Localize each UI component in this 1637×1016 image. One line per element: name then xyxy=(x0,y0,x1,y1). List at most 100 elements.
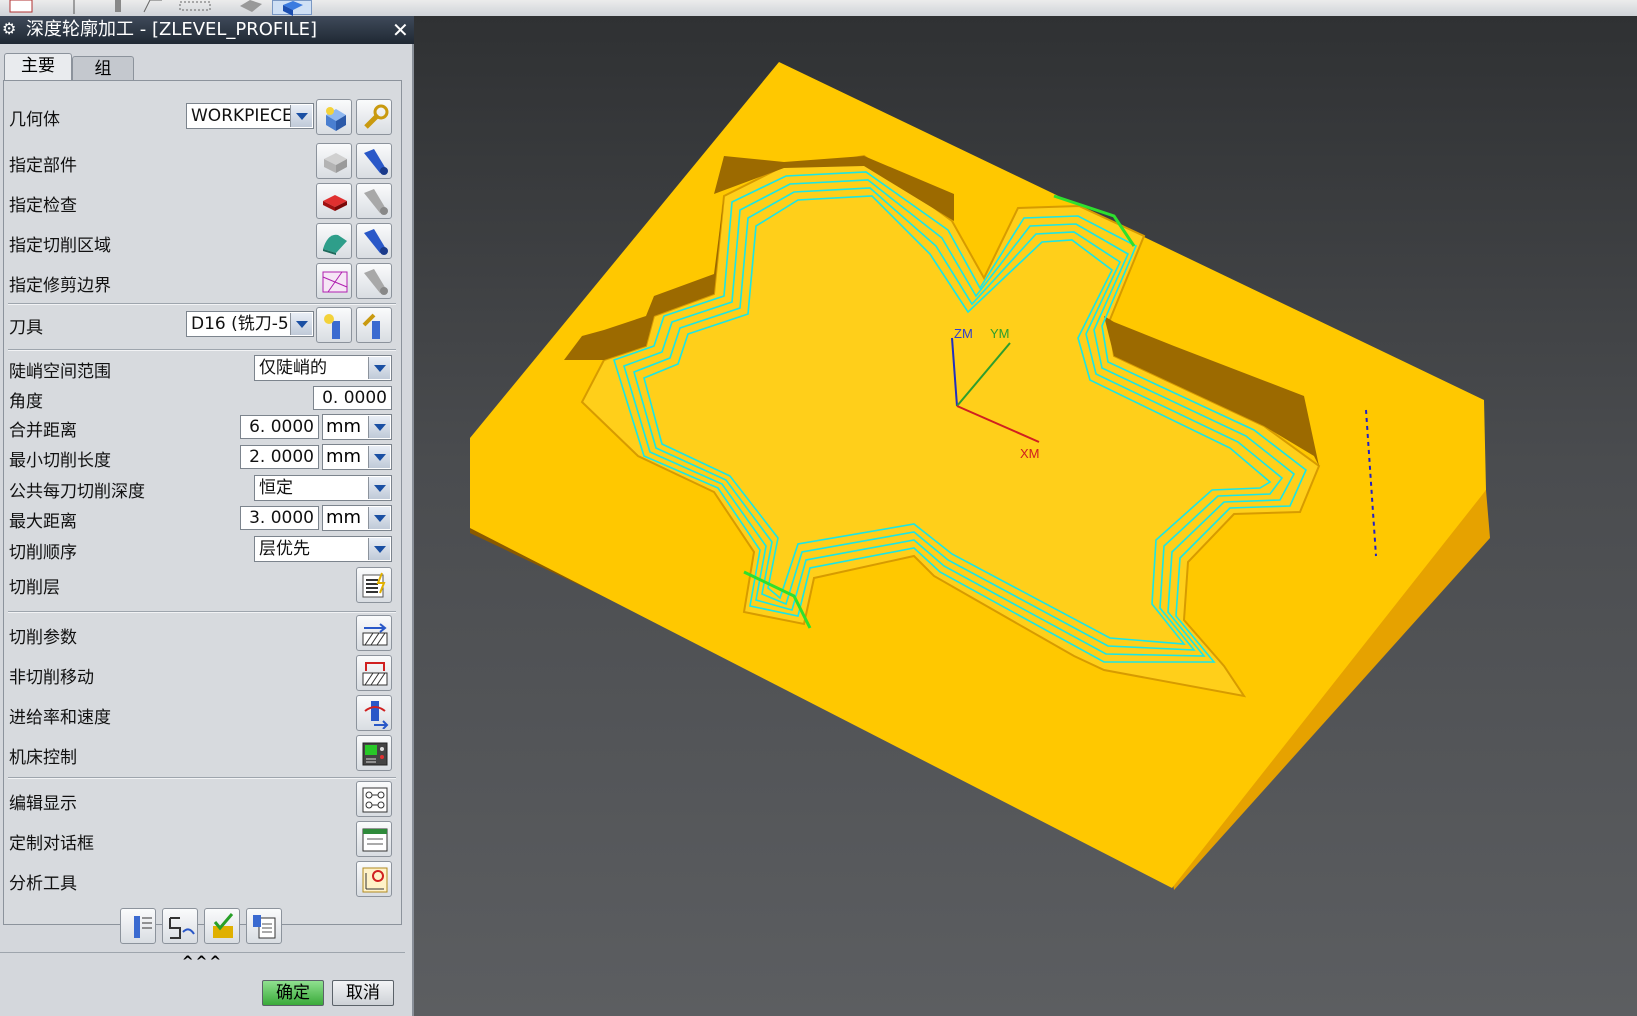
edit-display-button[interactable] xyxy=(356,781,392,817)
min-cut-length-input[interactable]: 2. 0000 xyxy=(240,445,319,469)
toolbar-clamp-icon[interactable] xyxy=(108,0,128,15)
merge-distance-row: 合并距离 6. 0000 mm xyxy=(4,412,401,442)
flashlight-icon xyxy=(364,269,388,295)
analysis-tools-button[interactable] xyxy=(356,861,392,897)
merge-distance-input[interactable]: 6. 0000 xyxy=(240,415,319,439)
angle-input[interactable]: 0. 0000 xyxy=(313,386,392,410)
verify-button[interactable] xyxy=(204,908,240,944)
select-cut-area-button[interactable] xyxy=(316,223,352,259)
select-check-button[interactable] xyxy=(316,183,352,219)
edit-display-row: 编辑显示 xyxy=(4,779,401,819)
merge-distance-label: 合并距离 xyxy=(9,421,77,441)
max-distance-unit-select[interactable]: mm xyxy=(322,505,392,531)
max-distance-row: 最大距离 3. 0000 mm xyxy=(4,503,401,533)
chevron-down-icon[interactable] xyxy=(368,357,390,379)
new-tool-icon xyxy=(324,314,340,339)
part-model: ZM YM XM xyxy=(470,62,1490,890)
feeds-speeds-button[interactable] xyxy=(356,695,392,731)
tab-bar: 主要 组 xyxy=(0,52,414,81)
custom-dialog-button[interactable] xyxy=(356,821,392,857)
chevron-down-icon[interactable] xyxy=(290,105,312,127)
cut-order-select[interactable]: 层优先 xyxy=(254,536,392,562)
common-depth-label: 公共每刀切削深度 xyxy=(9,482,145,502)
unit-value: mm xyxy=(326,507,362,528)
collapse-toggle[interactable]: ^^^ xyxy=(0,952,405,971)
cut-params-icon xyxy=(362,623,388,646)
cut-params-button[interactable] xyxy=(356,615,392,651)
analysis-tools-icon xyxy=(362,867,388,893)
edit-geometry-button[interactable] xyxy=(356,99,392,135)
tab-group[interactable]: 组 xyxy=(72,56,134,80)
replay-icon xyxy=(169,917,195,939)
feeds-speeds-row: 进给率和速度 xyxy=(4,693,401,733)
show-check-button[interactable] xyxy=(356,183,392,219)
toolbar-solid-icon[interactable] xyxy=(236,0,266,15)
tab-main[interactable]: 主要 xyxy=(4,53,72,81)
specify-check-label: 指定检查 xyxy=(9,196,77,216)
new-tool-button[interactable] xyxy=(316,307,352,343)
chevron-down-icon[interactable] xyxy=(368,507,390,529)
chevron-down-icon[interactable] xyxy=(290,313,312,335)
toolbar-sketch-icon[interactable] xyxy=(6,0,36,15)
edit-display-label: 编辑显示 xyxy=(9,794,77,814)
steep-range-row: 陡峭空间范围 仅陡峭的 xyxy=(4,353,401,383)
replay-button[interactable] xyxy=(162,908,198,944)
machine-control-button[interactable] xyxy=(356,735,392,771)
x-axis-label: XM xyxy=(1020,446,1040,461)
generate-icon xyxy=(134,916,152,938)
toolbar-box-icon[interactable] xyxy=(176,0,216,15)
generate-button[interactable] xyxy=(120,908,156,944)
show-cut-area-button[interactable] xyxy=(356,223,392,259)
edit-tool-button[interactable] xyxy=(356,307,392,343)
analysis-tools-label: 分析工具 xyxy=(9,874,77,894)
steep-range-select[interactable]: 仅陡峭的 xyxy=(254,355,392,381)
show-trim-boundary-button[interactable] xyxy=(356,263,392,299)
min-cut-length-unit-select[interactable]: mm xyxy=(322,444,392,470)
cut-order-value: 层优先 xyxy=(259,539,310,559)
ok-button[interactable]: 确定 xyxy=(262,980,324,1006)
cancel-button[interactable]: 取消 xyxy=(332,980,394,1006)
common-depth-select[interactable]: 恒定 xyxy=(254,475,392,501)
specify-trim-boundary-label: 指定修剪边界 xyxy=(9,276,111,296)
tool-select[interactable]: D16 (铣刀-5 xyxy=(186,311,314,337)
toolbar-view-icon[interactable] xyxy=(272,0,312,16)
check-geometry-icon xyxy=(323,195,347,211)
cut-levels-button[interactable] xyxy=(356,567,392,603)
select-part-button[interactable] xyxy=(316,143,352,179)
feeds-speeds-label: 进给率和速度 xyxy=(9,708,111,728)
steep-range-label: 陡峭空间范围 xyxy=(9,362,111,382)
non-cut-moves-button[interactable] xyxy=(356,655,392,691)
edit-display-icon xyxy=(362,787,388,813)
flashlight-icon xyxy=(364,229,388,255)
cut-levels-row: 切削层 xyxy=(4,565,401,605)
wrench-icon xyxy=(364,104,389,129)
graphics-viewport[interactable]: ZM YM XM xyxy=(414,16,1637,1016)
non-cut-moves-icon xyxy=(362,662,388,686)
chevron-down-icon[interactable] xyxy=(368,477,390,499)
geometry-select[interactable]: WORKPIECE xyxy=(186,103,314,129)
list-icon xyxy=(253,915,276,939)
specify-trim-boundary-row: 指定修剪边界 xyxy=(4,261,401,301)
cut-levels-label: 切削层 xyxy=(9,578,60,598)
new-geometry-button[interactable] xyxy=(316,99,352,135)
merge-distance-unit-select[interactable]: mm xyxy=(322,414,392,440)
close-button[interactable]: ✕ xyxy=(392,19,410,41)
list-button[interactable] xyxy=(246,908,282,944)
angle-row: 角度 0. 0000 xyxy=(4,383,401,413)
z-axis-label: ZM xyxy=(954,326,973,341)
chevron-down-icon[interactable] xyxy=(368,446,390,468)
toolbar-tool-icon[interactable] xyxy=(64,0,84,15)
steep-range-value: 仅陡峭的 xyxy=(259,358,327,378)
specify-cut-area-label: 指定切削区域 xyxy=(9,236,111,256)
gear-icon[interactable]: ⚙ xyxy=(2,20,18,38)
tool-row: 刀具 D16 (铣刀-5 xyxy=(4,305,401,345)
select-trim-boundary-button[interactable] xyxy=(316,263,352,299)
chevron-down-icon[interactable] xyxy=(368,416,390,438)
max-distance-label: 最大距离 xyxy=(9,512,77,532)
toolbar-shape-icon[interactable] xyxy=(140,0,168,15)
show-part-button[interactable] xyxy=(356,143,392,179)
dialog-title: 深度轮廓加工 - [ZLEVEL_PROFILE] xyxy=(26,19,318,40)
chevron-down-icon[interactable] xyxy=(368,538,390,560)
max-distance-input[interactable]: 3. 0000 xyxy=(240,506,319,530)
divider xyxy=(8,349,396,351)
